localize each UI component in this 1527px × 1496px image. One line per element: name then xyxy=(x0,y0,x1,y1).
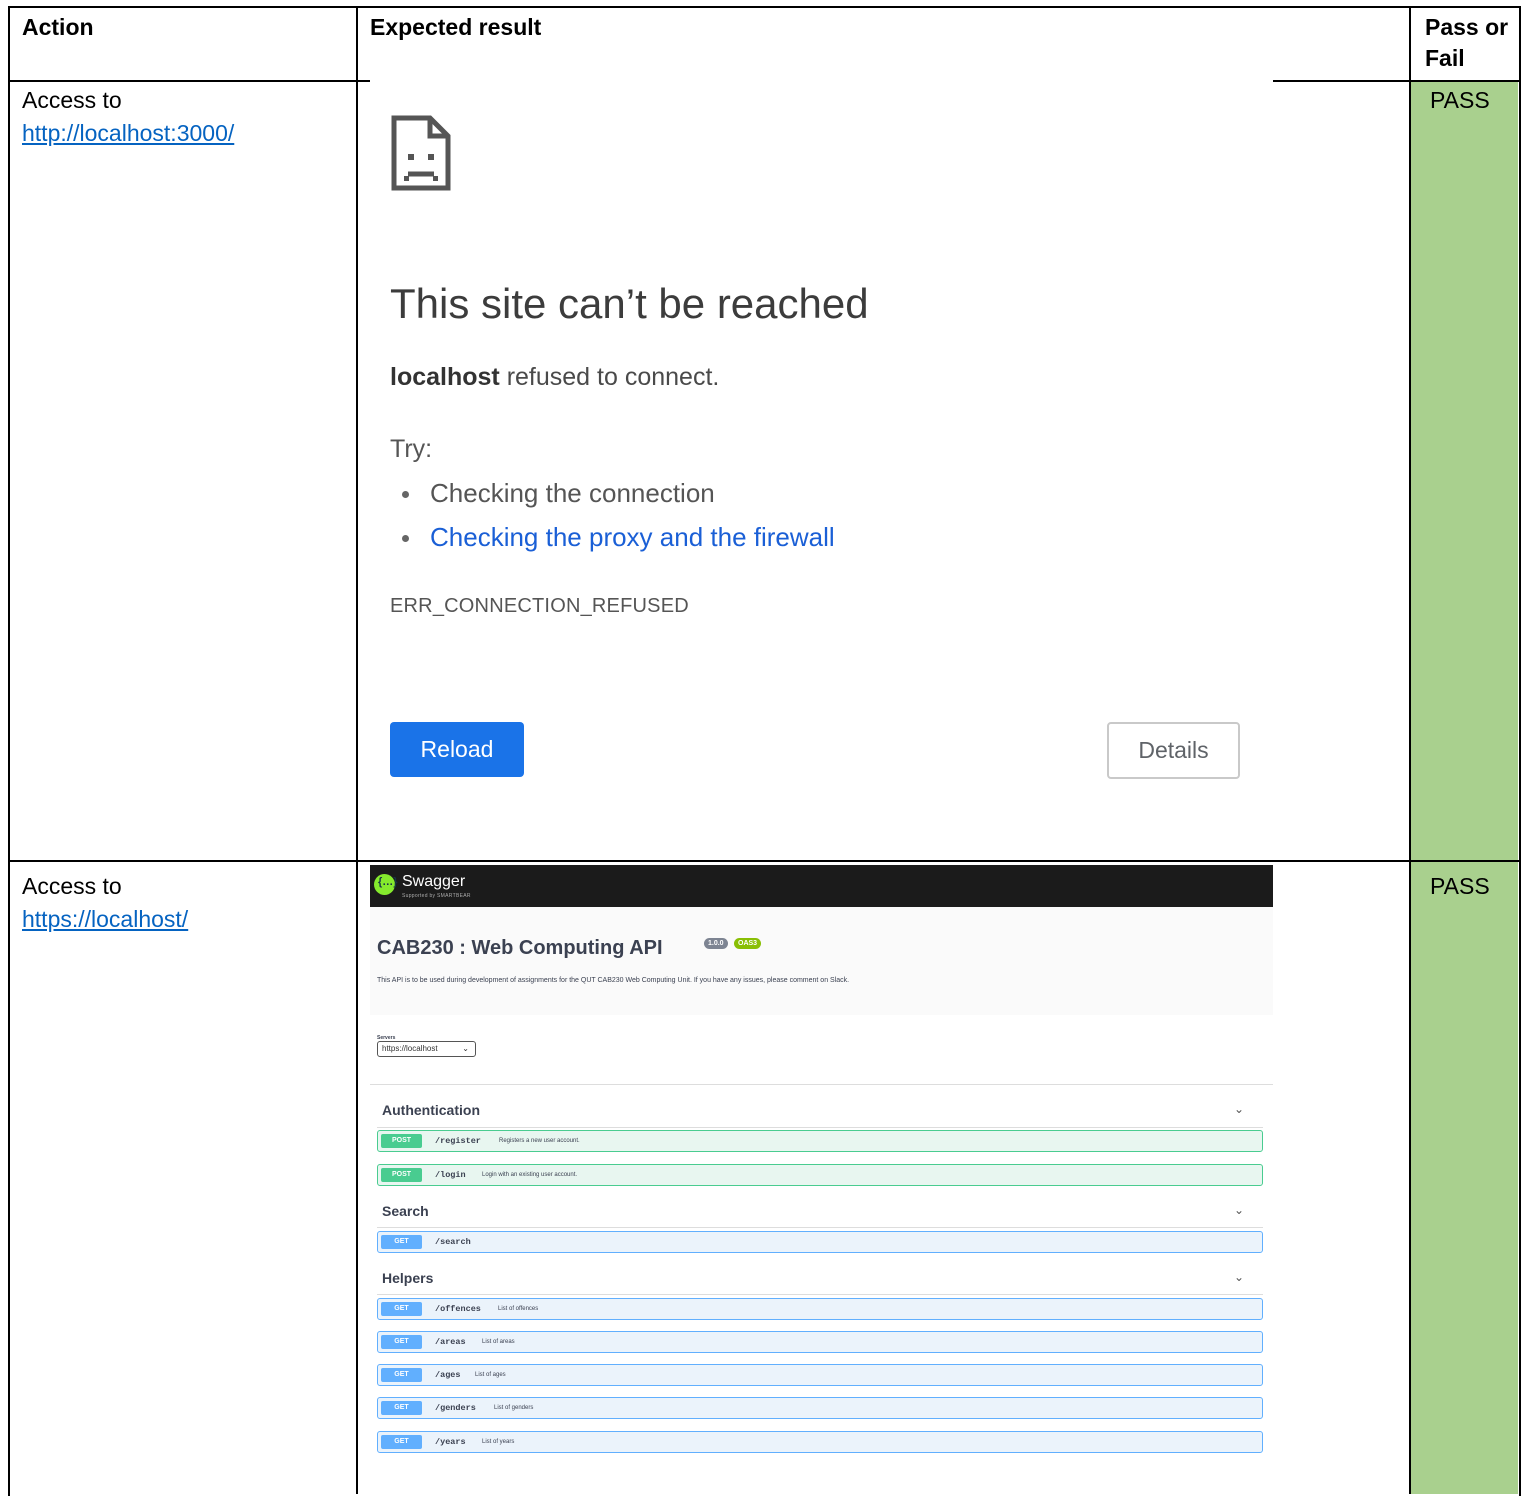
row1-action-text: Access to xyxy=(22,87,122,113)
error-host: localhost xyxy=(390,363,500,391)
section-authentication[interactable]: Authentication xyxy=(382,1102,480,1118)
error-message: localhost refused to connect. xyxy=(390,363,719,392)
section-divider xyxy=(377,1294,1263,1295)
api-description: This API is to be used during developmen… xyxy=(377,977,850,984)
section-helpers[interactable]: Helpers xyxy=(382,1270,433,1286)
chrome-error-screenshot: This site can’t be reached localhost ref… xyxy=(370,80,1273,831)
details-button[interactable]: Details xyxy=(1107,722,1240,779)
column-divider xyxy=(1409,6,1411,1494)
section-divider xyxy=(377,1127,1263,1128)
row-divider xyxy=(8,860,1521,862)
column-divider xyxy=(356,6,358,1494)
swagger-brand-sub: Supported by SMARTBEAR xyxy=(402,893,471,899)
chevron-down-icon[interactable]: ⌄ xyxy=(1234,1270,1244,1284)
error-title: This site can’t be reached xyxy=(390,280,869,327)
row2-action-link[interactable]: https://localhost/ xyxy=(22,904,188,935)
version-badge: 1.0.0 xyxy=(704,938,728,949)
op-ages[interactable]: GET /ages List of ages xyxy=(377,1364,1263,1386)
section-search[interactable]: Search xyxy=(382,1203,429,1219)
op-areas[interactable]: GET /areas List of areas xyxy=(377,1331,1263,1353)
section-divider xyxy=(377,1227,1263,1228)
row1-result: PASS xyxy=(1430,87,1490,113)
op-register[interactable]: POST /register Registers a new user acco… xyxy=(377,1130,1263,1152)
op-login[interactable]: POST /login Login with an existing user … xyxy=(377,1164,1263,1186)
reload-button[interactable]: Reload xyxy=(390,722,524,777)
header-expected-result: Expected result xyxy=(370,14,542,40)
op-offences[interactable]: GET /offences List of offences xyxy=(377,1298,1263,1320)
chevron-down-icon[interactable]: ⌄ xyxy=(1234,1203,1244,1217)
swagger-info: CAB230 : Web Computing API 1.0.0 OAS3 Th… xyxy=(370,907,1273,1015)
chevron-down-icon: ⌄ xyxy=(462,1044,469,1053)
swagger-screenshot: {…} Swagger Supported by SMARTBEAR CAB23… xyxy=(370,865,1273,1465)
swagger-topbar: {…} Swagger Supported by SMARTBEAR xyxy=(370,865,1273,907)
swagger-brand: Swagger xyxy=(402,873,466,890)
api-title: CAB230 : Web Computing API xyxy=(377,937,663,959)
error-message-text: refused to connect. xyxy=(499,363,720,391)
oas-badge: OAS3 xyxy=(734,938,762,949)
suggestion-link[interactable]: Checking the proxy and the firewall xyxy=(402,522,835,553)
sad-page-icon xyxy=(391,115,451,191)
server-select[interactable]: https://localhost ⌄ xyxy=(377,1041,476,1057)
try-label: Try: xyxy=(390,435,433,463)
header-pass-or-fail: Pass or Fail xyxy=(1425,14,1509,71)
op-years[interactable]: GET /years List of years xyxy=(377,1431,1263,1453)
op-search[interactable]: GET /search xyxy=(377,1231,1263,1253)
suggestion-item: Checking the connection xyxy=(402,478,715,509)
op-genders[interactable]: GET /genders List of genders xyxy=(377,1397,1263,1419)
header-action: Action xyxy=(22,14,94,40)
chevron-down-icon[interactable]: ⌄ xyxy=(1234,1102,1244,1116)
error-code: ERR_CONNECTION_REFUSED xyxy=(390,595,689,617)
row1-action-link[interactable]: http://localhost:3000/ xyxy=(22,118,234,149)
swagger-logo-icon: {…} xyxy=(374,874,398,895)
row2-action-text: Access to xyxy=(22,873,122,899)
divider xyxy=(370,1084,1273,1085)
row2-result: PASS xyxy=(1430,873,1490,899)
